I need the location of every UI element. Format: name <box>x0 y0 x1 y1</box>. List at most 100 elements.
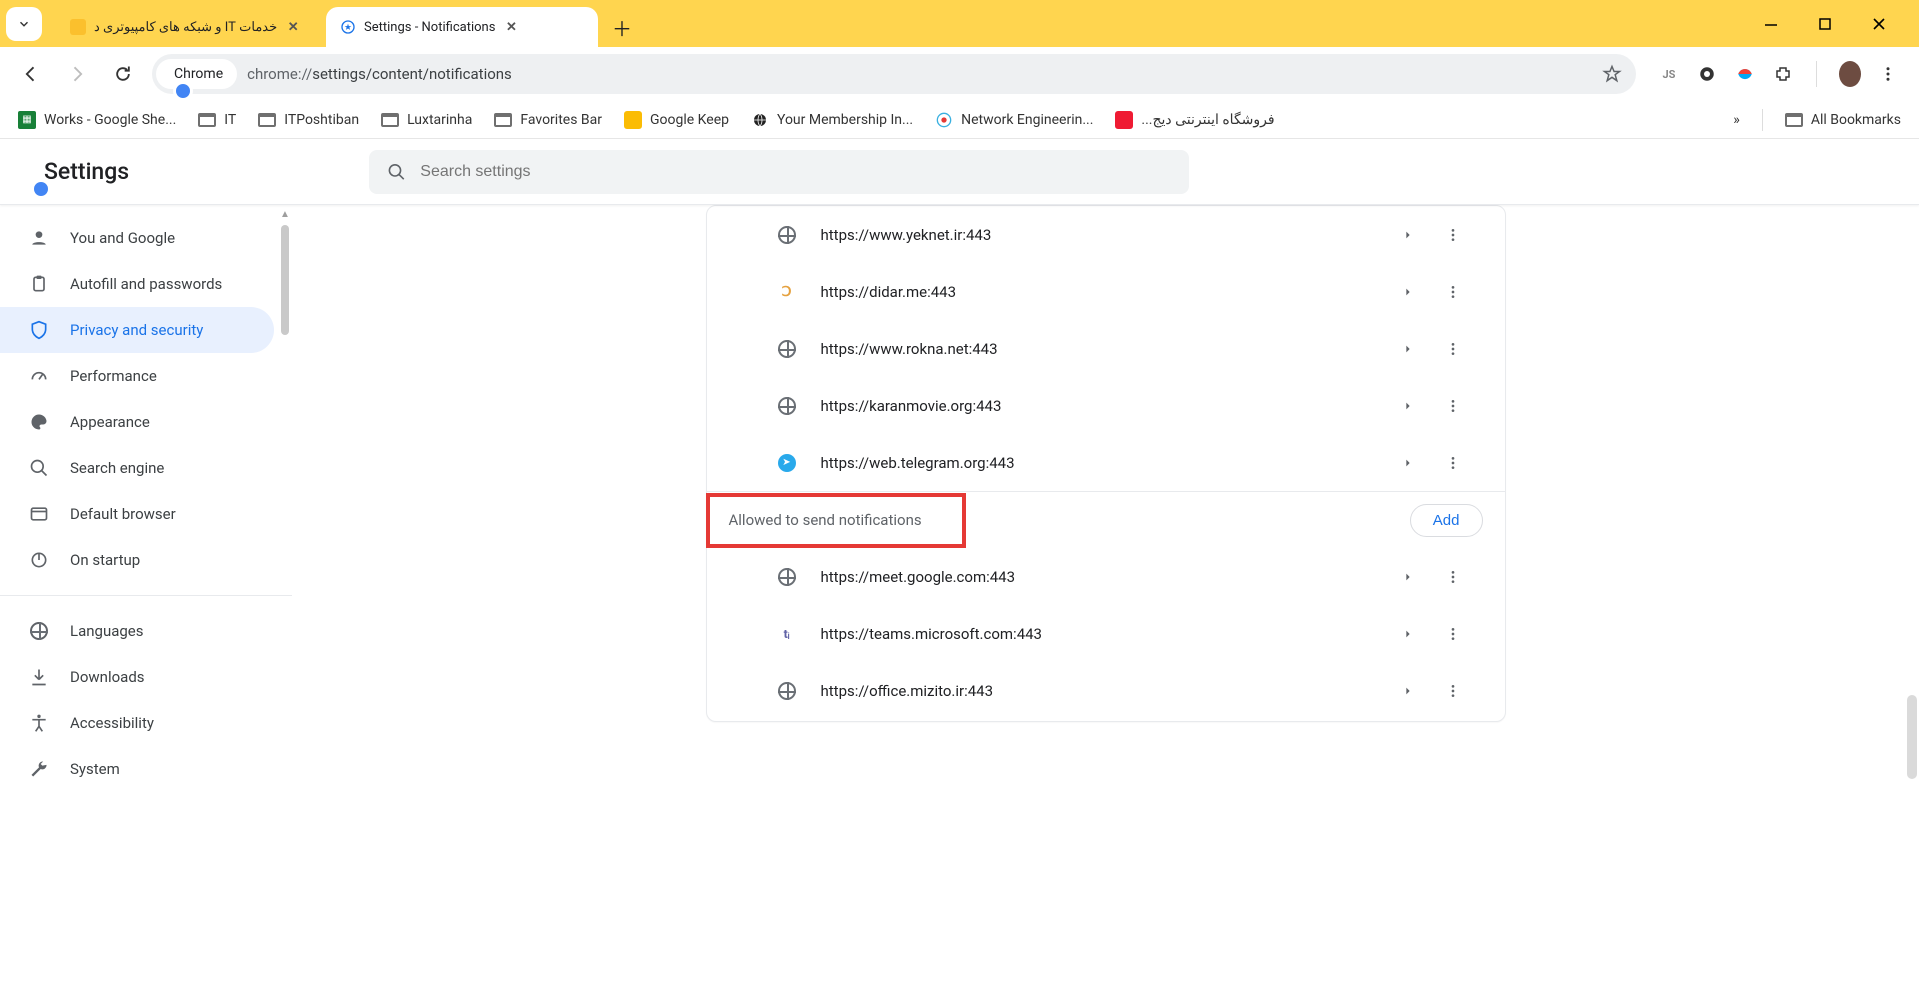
site-row[interactable]: tᵢhttps://teams.microsoft.com:443 <box>707 605 1505 662</box>
allowed-section-title: Allowed to send notifications <box>729 511 922 529</box>
profile-avatar[interactable] <box>1839 63 1861 85</box>
globe-icon <box>778 340 796 358</box>
site-more-menu[interactable] <box>1445 341 1479 357</box>
tab-title-0: خدمات IT و شبکه های کامپیوتری د <box>94 20 277 35</box>
site-more-menu[interactable] <box>1445 227 1479 243</box>
allowed-section-header: Allowed to send notifications Add <box>707 492 1505 548</box>
site-more-menu[interactable] <box>1445 569 1479 585</box>
bookmark-item[interactable]: Favorites Bar <box>494 111 602 129</box>
bookmark-star-button[interactable] <box>1602 64 1622 84</box>
sidebar-item-label: You and Google <box>70 229 175 247</box>
download-icon <box>28 666 50 688</box>
nav-back-button[interactable] <box>14 57 48 91</box>
ne-icon <box>935 111 953 129</box>
add-allowed-site-button[interactable]: Add <box>1410 504 1483 537</box>
bookmark-item[interactable]: فروشگاه اینترنتی دیج... <box>1115 111 1274 129</box>
site-detail-arrow[interactable] <box>1403 342 1437 356</box>
site-more-menu[interactable] <box>1445 626 1479 642</box>
site-row[interactable]: https://office.mizito.ir:443 <box>707 662 1505 719</box>
separator <box>1816 61 1817 87</box>
window-maximize[interactable] <box>1813 12 1837 36</box>
sidebar-item-you-and-google[interactable]: You and Google <box>0 215 274 261</box>
omnibox[interactable]: Chrome chrome://settings/content/notific… <box>152 54 1636 94</box>
bookmark-item[interactable]: ▦Works - Google She... <box>18 111 176 129</box>
sidebar-item-on-startup[interactable]: On startup <box>0 537 274 583</box>
sidebar-item-appearance[interactable]: Appearance <box>0 399 274 445</box>
site-detail-arrow[interactable] <box>1403 285 1437 299</box>
sidebar-item-search-engine[interactable]: Search engine <box>0 445 274 491</box>
bookmark-label: Your Membership In... <box>777 112 913 128</box>
settings-search-input[interactable] <box>420 163 1171 181</box>
site-row[interactable]: https://www.rokna.net:443 <box>707 320 1505 377</box>
site-url: https://teams.microsoft.com:443 <box>821 625 1042 643</box>
bookmark-label: Network Engineerin... <box>961 112 1093 128</box>
sidebar-item-downloads[interactable]: Downloads <box>0 654 274 700</box>
site-url: https://www.rokna.net:443 <box>821 340 998 358</box>
tab-close-0[interactable]: ✕ <box>285 19 301 35</box>
site-row[interactable]: ➤https://web.telegram.org:443 <box>707 434 1505 491</box>
clipboard-icon <box>28 273 50 295</box>
tab-title-1: Settings - Notifications <box>364 20 495 35</box>
site-url: https://web.telegram.org:443 <box>821 454 1015 472</box>
extensions-button[interactable] <box>1772 63 1794 85</box>
settings-search-box[interactable] <box>369 150 1189 194</box>
settings-body: You and Google Autofill and passwords Pr… <box>0 205 1919 1005</box>
site-row[interactable]: https://meet.google.com:443 <box>707 548 1505 605</box>
sidebar-item-default-browser[interactable]: Default browser <box>0 491 274 537</box>
bookmark-item[interactable]: Google Keep <box>624 111 729 129</box>
site-detail-arrow[interactable] <box>1403 228 1437 242</box>
extension-3-icon[interactable] <box>1734 63 1756 85</box>
sidebar-item-autofill[interactable]: Autofill and passwords <box>0 261 274 307</box>
bookmark-item[interactable]: Luxtarinha <box>381 111 472 129</box>
browser-tab-0[interactable]: خدمات IT و شبکه های کامپیوتری د ✕ <box>56 7 326 47</box>
bookmarks-overflow[interactable]: » <box>1733 112 1740 128</box>
bookmark-item[interactable]: Network Engineerin... <box>935 111 1093 129</box>
site-more-menu[interactable] <box>1445 284 1479 300</box>
site-row[interactable]: https://karanmovie.org:443 <box>707 377 1505 434</box>
globe-icon <box>778 568 796 586</box>
site-url: https://office.mizito.ir:443 <box>821 682 994 700</box>
site-url: https://didar.me:443 <box>821 283 957 301</box>
tab-list-dropdown[interactable] <box>6 7 42 41</box>
site-url: https://www.yeknet.ir:443 <box>821 226 992 244</box>
extension-js-icon[interactable]: JS <box>1658 63 1680 85</box>
sidebar-item-system[interactable]: System <box>0 746 274 792</box>
search-icon <box>387 162 406 182</box>
bookmark-item[interactable]: Your Membership In... <box>751 111 913 129</box>
tab-close-1[interactable]: ✕ <box>503 19 519 35</box>
site-more-menu[interactable] <box>1445 398 1479 414</box>
site-more-menu[interactable] <box>1445 455 1479 471</box>
browser-tab-1[interactable]: Settings - Notifications ✕ <box>326 7 598 47</box>
sidebar-scrollbar[interactable]: ▲ <box>278 209 292 1005</box>
site-detail-arrow[interactable] <box>1403 684 1437 698</box>
site-detail-arrow[interactable] <box>1403 627 1437 641</box>
wrench-icon <box>28 758 50 780</box>
site-url: https://meet.google.com:443 <box>821 568 1016 586</box>
site-more-menu[interactable] <box>1445 683 1479 699</box>
site-detail-arrow[interactable] <box>1403 456 1437 470</box>
bookmark-item[interactable]: IT <box>198 111 236 129</box>
sidebar-item-label: Default browser <box>70 505 176 523</box>
site-chip[interactable]: Chrome <box>156 59 237 89</box>
chrome-menu-button[interactable] <box>1877 63 1899 85</box>
notifications-card: https://www.yeknet.ir:443 Ↄhttps://didar.… <box>706 205 1506 722</box>
bookmark-item[interactable]: ITPoshtiban <box>258 111 359 129</box>
site-row[interactable]: https://www.yeknet.ir:443 <box>707 206 1505 263</box>
settings-main: https://www.yeknet.ir:443 Ↄhttps://didar.… <box>292 205 1919 1005</box>
window-close[interactable] <box>1867 12 1891 36</box>
site-row[interactable]: Ↄhttps://didar.me:443 <box>707 263 1505 320</box>
extension-2-icon[interactable] <box>1696 63 1718 85</box>
nav-reload-button[interactable] <box>106 57 140 91</box>
sidebar-item-privacy-security[interactable]: Privacy and security <box>0 307 274 353</box>
window-minimize[interactable] <box>1759 12 1783 36</box>
sidebar-item-languages[interactable]: Languages <box>0 608 274 654</box>
browser-toolbar: Chrome chrome://settings/content/notific… <box>0 47 1919 101</box>
site-detail-arrow[interactable] <box>1403 399 1437 413</box>
all-bookmarks-button[interactable]: All Bookmarks <box>1785 111 1901 129</box>
sidebar-item-performance[interactable]: Performance <box>0 353 274 399</box>
bookmark-label: Works - Google She... <box>44 112 176 128</box>
new-tab-button[interactable]: ＋ <box>608 13 636 41</box>
sidebar-scroll-thumb[interactable] <box>281 225 289 335</box>
sidebar-item-accessibility[interactable]: Accessibility <box>0 700 274 746</box>
site-detail-arrow[interactable] <box>1403 570 1437 584</box>
